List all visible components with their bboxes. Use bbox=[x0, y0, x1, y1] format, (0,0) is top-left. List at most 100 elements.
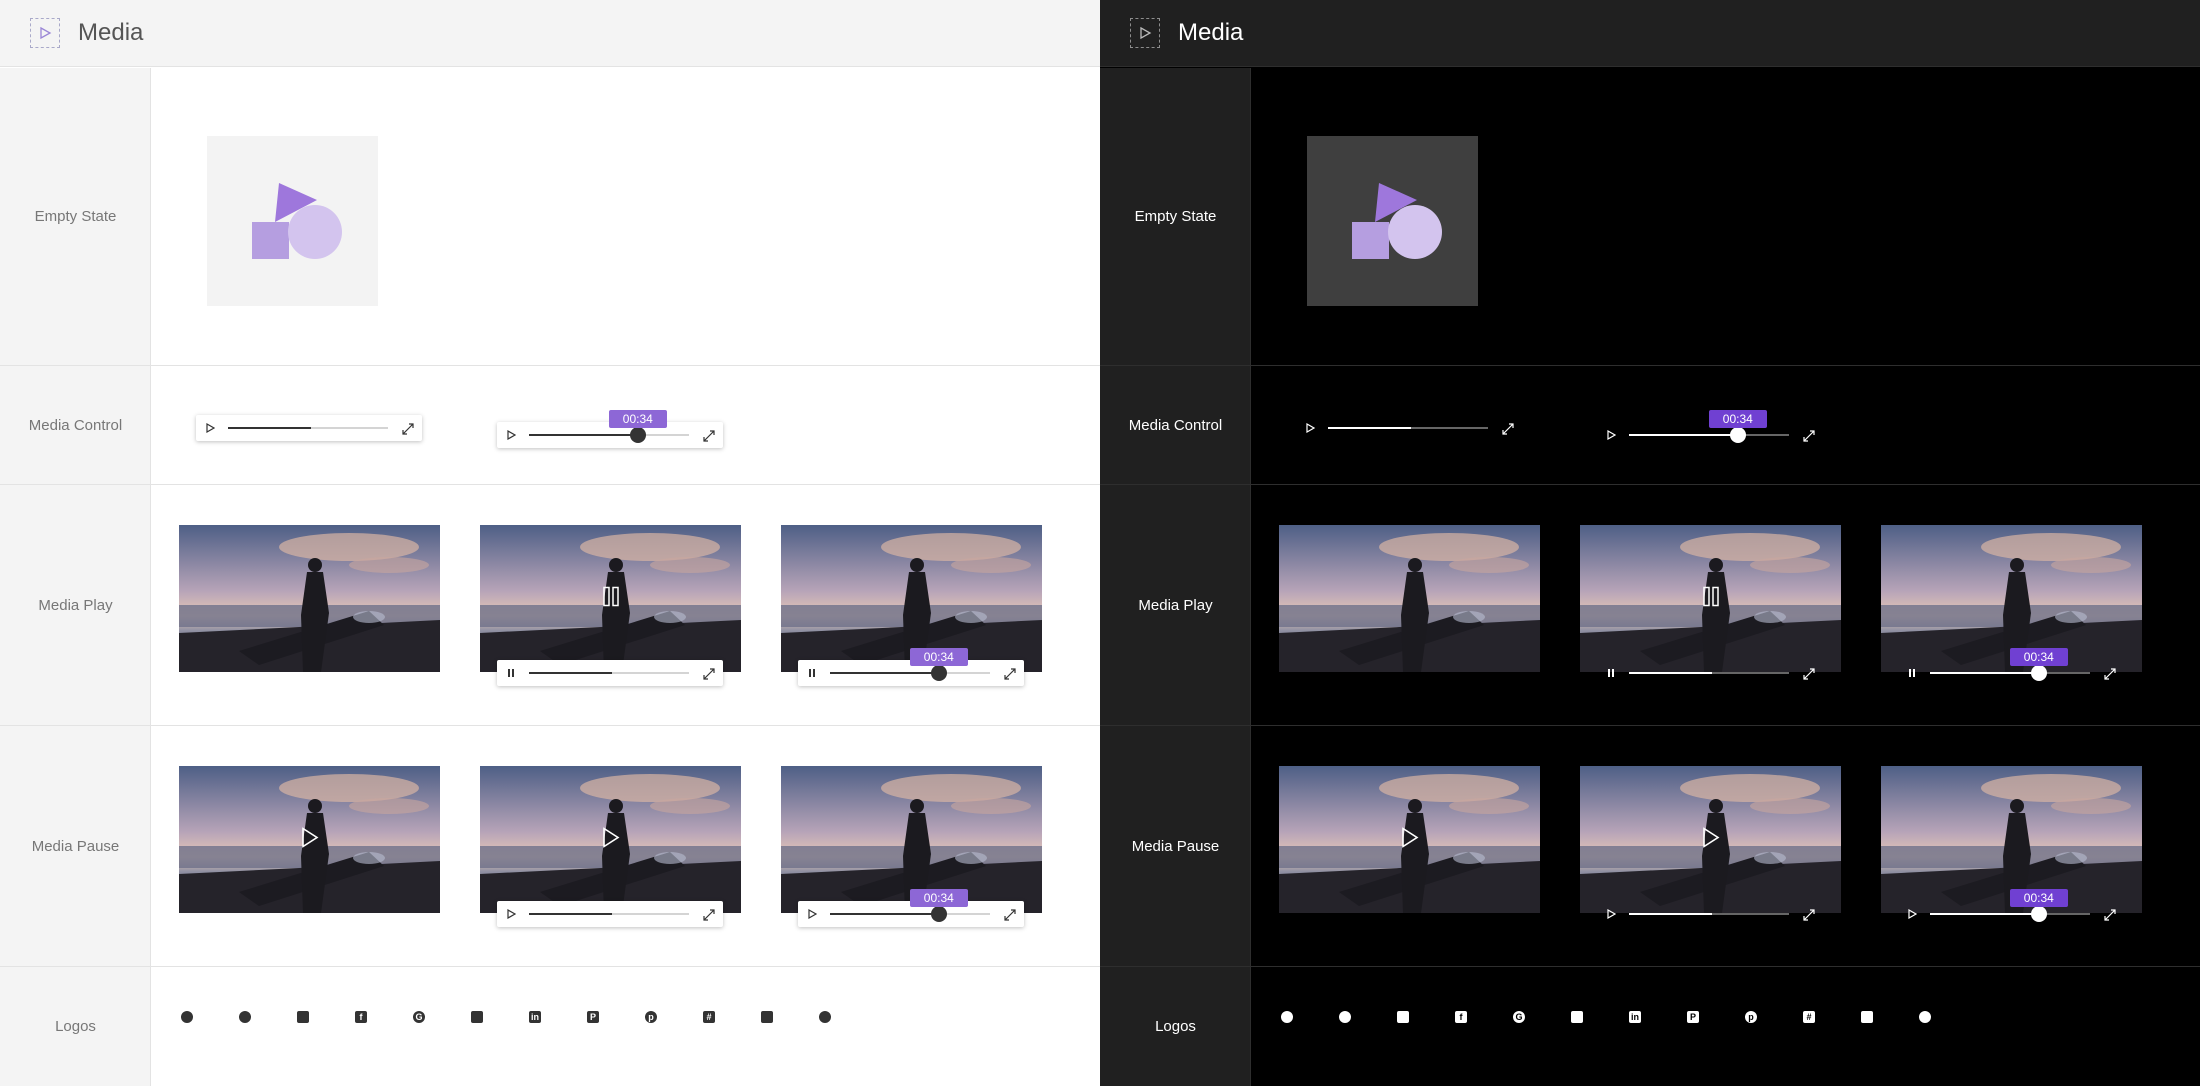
video-paused[interactable] bbox=[179, 766, 440, 913]
linkedin-icon[interactable]: in bbox=[1629, 1011, 1641, 1023]
video-paused[interactable] bbox=[480, 766, 741, 913]
fullscreen-icon[interactable] bbox=[703, 908, 715, 921]
row-label: Empty State bbox=[1134, 208, 1217, 225]
progress-track[interactable] bbox=[529, 913, 689, 915]
fullscreen-icon[interactable] bbox=[1502, 422, 1514, 435]
fullscreen-icon[interactable] bbox=[1803, 429, 1815, 442]
progress-track[interactable]: 00:34 bbox=[1930, 889, 2090, 922]
pause-icon[interactable] bbox=[1906, 667, 1918, 679]
seek-handle[interactable] bbox=[1729, 427, 1746, 443]
fullscreen-icon[interactable] bbox=[703, 429, 715, 442]
fullscreen-icon[interactable] bbox=[402, 422, 414, 435]
paypal-icon[interactable]: P bbox=[1687, 1011, 1699, 1023]
pause-icon[interactable] bbox=[1605, 667, 1617, 679]
time-tooltip: 00:34 bbox=[909, 648, 968, 666]
dribbble-icon[interactable] bbox=[239, 1011, 251, 1023]
play-icon[interactable] bbox=[1702, 826, 1720, 852]
fullscreen-icon[interactable] bbox=[2104, 667, 2116, 680]
video-playing[interactable] bbox=[1580, 525, 1841, 672]
facebook-icon[interactable]: f bbox=[355, 1011, 367, 1023]
play-icon[interactable] bbox=[1401, 826, 1419, 852]
progress-track[interactable]: 00:34 bbox=[1930, 648, 2090, 681]
progress-track[interactable] bbox=[1328, 427, 1488, 429]
video-thumbnail[interactable] bbox=[1279, 525, 1540, 672]
play-icon[interactable] bbox=[1605, 429, 1617, 441]
seek-handle[interactable] bbox=[629, 427, 646, 443]
progress-track[interactable]: 00:34 bbox=[529, 410, 689, 443]
media-control-bar-seeking[interactable]: 00:34 bbox=[798, 648, 1024, 686]
twitter-icon[interactable] bbox=[761, 1011, 773, 1023]
row-empty-state: Empty State bbox=[0, 68, 1100, 366]
media-control-bar-seeking[interactable]: 00:34 bbox=[1898, 648, 2124, 686]
instagram-icon[interactable] bbox=[1571, 1011, 1583, 1023]
seek-handle[interactable] bbox=[930, 665, 947, 681]
dribbble-icon[interactable] bbox=[1339, 1011, 1351, 1023]
row-media-pause: Media Pause 00:34 bbox=[0, 726, 1100, 967]
whatsapp-icon[interactable] bbox=[819, 1011, 831, 1023]
facebook-icon[interactable]: f bbox=[1455, 1011, 1467, 1023]
fullscreen-icon[interactable] bbox=[703, 667, 715, 680]
progress-track[interactable] bbox=[228, 427, 388, 429]
dropbox-icon[interactable] bbox=[297, 1011, 309, 1023]
media-control-bar[interactable] bbox=[1597, 660, 1823, 686]
empty-state-placeholder bbox=[1307, 136, 1478, 306]
instagram-icon[interactable] bbox=[471, 1011, 483, 1023]
dropbox-icon[interactable] bbox=[1397, 1011, 1409, 1023]
media-control-bar-seeking[interactable]: 00:34 bbox=[1898, 889, 2124, 927]
slack-icon[interactable]: # bbox=[703, 1011, 715, 1023]
progress-track[interactable]: 00:34 bbox=[830, 889, 990, 922]
video-thumbnail[interactable] bbox=[179, 525, 440, 672]
progress-track[interactable]: 00:34 bbox=[830, 648, 990, 681]
play-icon[interactable] bbox=[602, 826, 620, 852]
pinterest-icon[interactable]: p bbox=[1745, 1011, 1757, 1023]
play-icon[interactable] bbox=[1906, 908, 1918, 920]
row-label: Media Play bbox=[1138, 596, 1213, 614]
pause-icon[interactable] bbox=[1702, 586, 1720, 611]
pause-icon[interactable] bbox=[602, 586, 620, 611]
fullscreen-icon[interactable] bbox=[1803, 908, 1815, 921]
video-playing[interactable] bbox=[480, 525, 741, 672]
media-control-bar[interactable] bbox=[196, 415, 422, 441]
whatsapp-icon[interactable] bbox=[1919, 1011, 1931, 1023]
apple-icon[interactable] bbox=[1281, 1011, 1293, 1023]
seek-handle[interactable] bbox=[930, 906, 947, 922]
slack-icon[interactable]: # bbox=[1803, 1011, 1815, 1023]
play-icon[interactable] bbox=[806, 908, 818, 920]
play-icon[interactable] bbox=[1605, 908, 1617, 920]
play-icon[interactable] bbox=[505, 429, 517, 441]
media-control-bar[interactable] bbox=[497, 660, 723, 686]
google-icon[interactable]: G bbox=[1513, 1011, 1525, 1023]
fullscreen-icon[interactable] bbox=[1004, 667, 1016, 680]
media-control-bar-seeking[interactable]: 00:34 bbox=[497, 410, 723, 448]
play-icon[interactable] bbox=[505, 908, 517, 920]
pause-icon[interactable] bbox=[806, 667, 818, 679]
media-control-bar[interactable] bbox=[1296, 415, 1522, 441]
twitter-icon[interactable] bbox=[1861, 1011, 1873, 1023]
play-icon[interactable] bbox=[1304, 422, 1316, 434]
progress-track[interactable] bbox=[1629, 913, 1789, 915]
media-control-bar[interactable] bbox=[497, 901, 723, 927]
row-logos: Logos f G in P p # bbox=[1100, 967, 2200, 1086]
pause-icon[interactable] bbox=[505, 667, 517, 679]
play-icon[interactable] bbox=[301, 826, 319, 852]
video-paused[interactable] bbox=[1279, 766, 1540, 913]
seek-handle[interactable] bbox=[2030, 906, 2047, 922]
fullscreen-icon[interactable] bbox=[1004, 908, 1016, 921]
media-control-bar-seeking[interactable]: 00:34 bbox=[1597, 410, 1823, 448]
progress-track[interactable]: 00:34 bbox=[1629, 410, 1789, 443]
linkedin-icon[interactable]: in bbox=[529, 1011, 541, 1023]
media-control-bar-seeking[interactable]: 00:34 bbox=[798, 889, 1024, 927]
progress-track[interactable] bbox=[529, 672, 689, 674]
video-paused[interactable] bbox=[1580, 766, 1841, 913]
google-icon[interactable]: G bbox=[413, 1011, 425, 1023]
play-icon[interactable] bbox=[204, 422, 216, 434]
fullscreen-icon[interactable] bbox=[2104, 908, 2116, 921]
seek-handle[interactable] bbox=[2030, 665, 2047, 681]
pinterest-icon[interactable]: p bbox=[645, 1011, 657, 1023]
apple-icon[interactable] bbox=[181, 1011, 193, 1023]
fullscreen-icon[interactable] bbox=[1803, 667, 1815, 680]
row-label: Logos bbox=[1155, 1018, 1196, 1035]
media-control-bar[interactable] bbox=[1597, 901, 1823, 927]
paypal-icon[interactable]: P bbox=[587, 1011, 599, 1023]
progress-track[interactable] bbox=[1629, 672, 1789, 674]
